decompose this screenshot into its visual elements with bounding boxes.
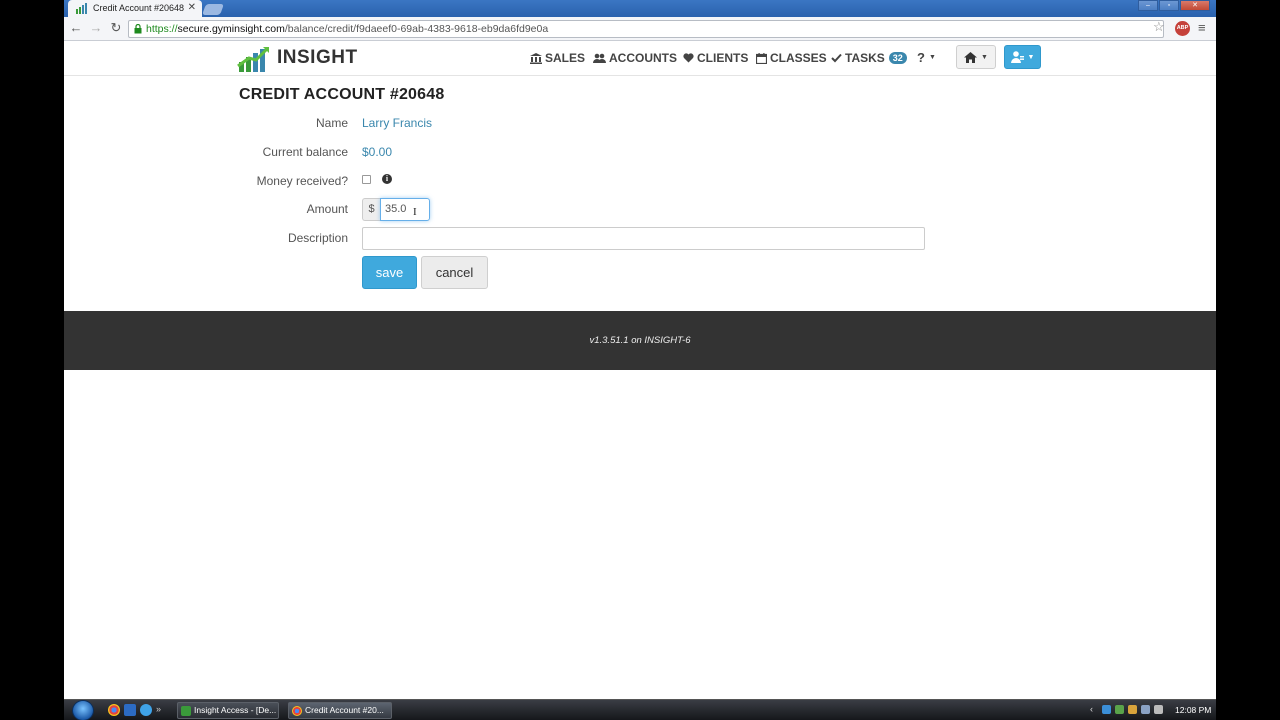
logo-text[interactable]: INSIGHT	[277, 47, 358, 69]
user-menu-button[interactable]: ▼	[1004, 45, 1041, 69]
tray-expand-icon[interactable]: ‹	[1090, 704, 1098, 714]
tasks-count-badge: 32	[888, 52, 907, 64]
chevron-down-icon: ▼	[1027, 53, 1035, 61]
nav-clients[interactable]: CLIENTS	[683, 51, 748, 65]
start-button[interactable]	[72, 700, 94, 720]
client-name-link[interactable]: Larry Francis	[362, 116, 432, 130]
home-icon	[964, 51, 978, 63]
text-cursor-icon: I	[413, 206, 417, 218]
user-icon	[1010, 51, 1024, 63]
chevron-down-icon: ▼	[928, 54, 936, 61]
help-menu[interactable]: ? ▼	[917, 50, 936, 65]
version-text: v1.3.51.1 on INSIGHT-6	[589, 335, 691, 346]
browser-tabstrip: Credit Account #20648 ✕ – ▫ ✕	[64, 0, 1216, 17]
back-arrow-icon[interactable]: ←	[68, 21, 84, 35]
nav-accounts[interactable]: ACCOUNTS	[593, 51, 677, 65]
amount-input-group: $ 35.0	[362, 198, 430, 221]
security-icon[interactable]	[1115, 704, 1124, 714]
page-title: CREDIT ACCOUNT #20648	[239, 86, 445, 103]
current-balance-value: $0.00	[362, 145, 393, 159]
url-path: /balance/credit/f9daeef0-69ab-4383-9618-…	[284, 23, 549, 35]
save-button[interactable]: save	[362, 256, 417, 289]
nav-classes-label: CLASSES	[770, 51, 827, 65]
address-bar[interactable]: https://secure.gyminsight.com/balance/cr…	[128, 20, 1164, 38]
maximize-button[interactable]: ▫	[1159, 0, 1179, 11]
money-received-label: Money received?	[256, 174, 348, 188]
taskbar-clock[interactable]: 12:08 PM	[1175, 705, 1211, 715]
url-host: secure.gyminsight.com	[177, 23, 285, 35]
description-label: Description	[287, 231, 348, 245]
url-text: https://secure.gyminsight.com/balance/cr…	[146, 23, 548, 35]
window-close-button[interactable]: ✕	[1180, 0, 1210, 11]
name-label: Name	[315, 116, 348, 130]
screen: Credit Account #20648 ✕ – ▫ ✕ ← → ↻ http…	[64, 0, 1216, 720]
browser-toolbar: ← → ↻ https://secure.gyminsight.com/bala…	[64, 17, 1216, 41]
balance-label: Current balance	[262, 145, 348, 159]
currency-addon: $	[362, 198, 380, 221]
bank-icon	[530, 52, 542, 64]
network-icon[interactable]	[1102, 704, 1111, 714]
tab-close-icon[interactable]: ✕	[188, 2, 196, 13]
nav-sales-label: SALES	[545, 51, 586, 65]
chevron-down-icon: ▼	[981, 53, 988, 61]
nav-tasks-label: TASKS	[845, 51, 885, 65]
nav-classes[interactable]: CLASSES	[756, 51, 827, 65]
tab-title: Credit Account #20648	[93, 3, 185, 13]
quick-launch: »	[108, 704, 164, 716]
browser-menu-icon[interactable]: ≡	[1198, 21, 1206, 35]
calendar-icon	[756, 52, 767, 64]
windows-taskbar: » Insight Access - [De... Credit Account…	[64, 699, 1216, 720]
taskbar-chrome-label: Credit Account #20...	[305, 705, 384, 715]
insight-app-icon	[181, 706, 191, 716]
forward-arrow-icon[interactable]: →	[88, 21, 104, 35]
chrome-icon	[292, 706, 302, 716]
lock-icon	[134, 24, 142, 34]
page-footer: v1.3.51.1 on INSIGHT-6	[64, 311, 1216, 370]
nav-clients-label: CLIENTS	[697, 51, 749, 65]
adblock-icon[interactable]: ABP	[1175, 21, 1190, 36]
check-icon	[831, 53, 842, 63]
monitor-icon[interactable]	[1141, 704, 1150, 714]
amount-input[interactable]: 35.0	[380, 198, 430, 221]
help-icon: ?	[917, 50, 925, 65]
nav-sales[interactable]: SALES	[530, 51, 585, 65]
taskbar-insight-access[interactable]: Insight Access - [De...	[177, 702, 279, 719]
checkmark-app-icon[interactable]	[124, 704, 136, 716]
nav-accounts-label: ACCOUNTS	[609, 51, 677, 65]
chevron-right-icon[interactable]: »	[156, 704, 164, 716]
cancel-button[interactable]: cancel	[421, 256, 488, 289]
chrome-icon[interactable]	[108, 704, 120, 716]
taskbar-chrome-window[interactable]: Credit Account #20...	[288, 702, 392, 719]
description-input[interactable]	[362, 227, 925, 250]
url-scheme: https://	[146, 23, 178, 35]
window-controls: – ▫ ✕	[1138, 0, 1210, 11]
volume-icon[interactable]	[1154, 704, 1163, 714]
bookmark-star-icon[interactable]: ☆	[1153, 20, 1165, 34]
browser-tab-active[interactable]: Credit Account #20648 ✕	[68, 0, 202, 17]
insight-logo-icon[interactable]	[237, 44, 271, 74]
amount-label: Amount	[306, 202, 348, 216]
insight-favicon-icon	[76, 3, 87, 14]
system-tray: ‹	[1090, 704, 1163, 714]
new-tab-button[interactable]	[201, 4, 225, 15]
users-icon	[593, 53, 606, 63]
reload-icon[interactable]: ↻	[108, 21, 124, 35]
minimize-button[interactable]: –	[1138, 0, 1158, 11]
nav-tasks[interactable]: TASKS 32	[831, 51, 907, 65]
info-icon[interactable]: i	[382, 174, 392, 184]
update-icon[interactable]	[1128, 704, 1137, 714]
taskbar-insight-label: Insight Access - [De...	[194, 705, 277, 715]
internet-explorer-icon[interactable]	[140, 704, 152, 716]
app-navbar: INSIGHT SALES ACCOUNTS CLIENTS CLASSES T…	[64, 41, 1216, 76]
heart-icon	[683, 53, 694, 63]
home-menu-button[interactable]: ▼	[956, 45, 996, 69]
money-received-checkbox[interactable]	[362, 175, 371, 184]
